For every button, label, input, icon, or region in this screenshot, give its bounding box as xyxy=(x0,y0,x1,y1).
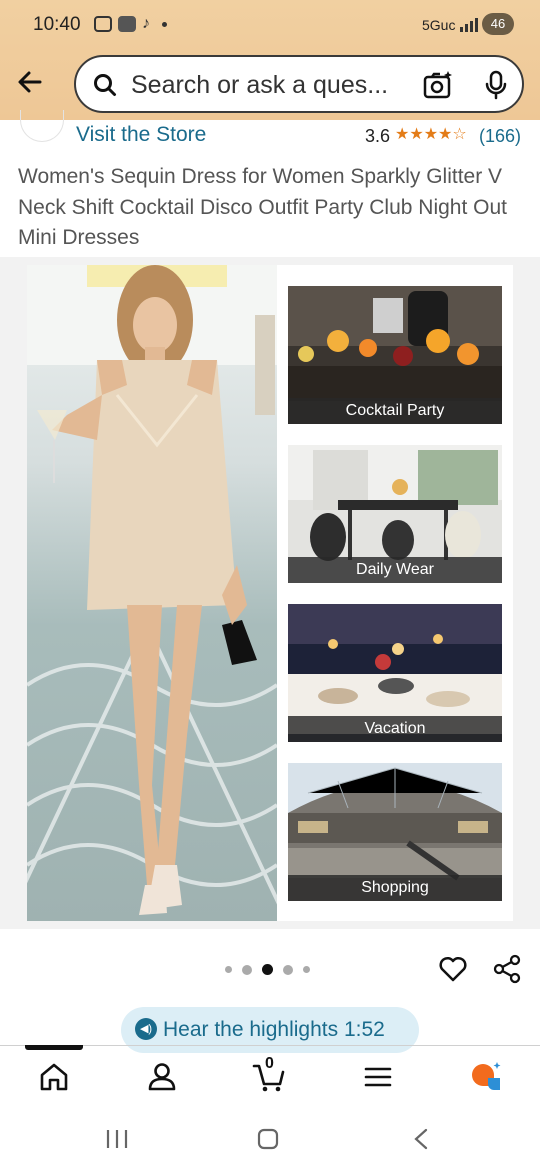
gallery-panel[interactable]: Vacation xyxy=(288,604,502,742)
home-icon[interactable] xyxy=(37,1060,71,1094)
carousel-dot[interactable] xyxy=(242,964,252,975)
search-input[interactable]: Search or ask a ques... xyxy=(131,71,388,100)
status-time: 10:40 xyxy=(33,14,81,35)
carousel-dot[interactable] xyxy=(303,966,310,973)
hear-highlights-label: Hear the highlights 1:52 xyxy=(163,1018,385,1041)
cart-count-badge: 0 xyxy=(265,1055,274,1072)
system-back-icon[interactable] xyxy=(414,1128,428,1150)
back-arrow-icon[interactable] xyxy=(14,66,46,98)
star-rating-icon[interactable]: ★★★★☆ xyxy=(395,124,467,144)
gallery-panel[interactable]: Daily Wear xyxy=(288,445,502,583)
store-logo[interactable] xyxy=(20,110,64,142)
menu-icon[interactable] xyxy=(361,1060,395,1094)
audio-play-icon: ◀) xyxy=(135,1018,157,1040)
ring-app-icon xyxy=(118,16,136,32)
status-bar: 10:40 ♪ 5Guc 46 xyxy=(0,0,540,48)
heart-icon[interactable] xyxy=(438,954,468,984)
panel-caption: Daily Wear xyxy=(288,557,502,583)
review-count-link[interactable]: (166) xyxy=(479,126,521,147)
signal-icon xyxy=(460,16,478,32)
panel-caption: Cocktail Party xyxy=(288,398,502,424)
status-icons: ♪ xyxy=(94,15,167,33)
gallery-panel[interactable]: Shopping xyxy=(288,763,502,901)
bottom-nav-active-indicator xyxy=(25,1045,83,1050)
share-icon[interactable] xyxy=(492,954,522,984)
carousel-indicator[interactable] xyxy=(225,964,310,975)
hear-highlights-button[interactable]: ◀) Hear the highlights 1:52 xyxy=(121,1007,419,1053)
microphone-icon[interactable] xyxy=(482,69,510,101)
network-type: 5Guc xyxy=(422,17,456,33)
carousel-dot-active[interactable] xyxy=(262,964,273,975)
search-icon xyxy=(94,74,116,96)
model-photo xyxy=(27,265,277,921)
rufus-icon[interactable] xyxy=(468,1060,502,1094)
app-header: 10:40 ♪ 5Guc 46 Search or ask a ques... xyxy=(0,0,540,120)
account-icon[interactable] xyxy=(145,1060,179,1094)
carousel-dot[interactable] xyxy=(283,964,293,975)
rating-value[interactable]: 3.6 xyxy=(365,126,390,147)
screenshot-icon xyxy=(94,16,112,32)
notification-dot xyxy=(162,21,167,27)
system-navigation-bar xyxy=(106,1128,428,1150)
home-button-icon[interactable] xyxy=(257,1128,279,1150)
panel-caption: Vacation xyxy=(288,716,502,742)
camera-search-icon[interactable] xyxy=(422,69,454,101)
gallery-panel[interactable]: Cocktail Party xyxy=(288,286,502,424)
tiktok-icon: ♪ xyxy=(142,15,150,32)
carousel-dot[interactable] xyxy=(225,966,232,973)
battery-level: 46 xyxy=(482,13,514,35)
visit-store-link[interactable]: Visit the Store xyxy=(76,123,206,147)
search-bar[interactable]: Search or ask a ques... xyxy=(74,55,524,113)
product-title: Women's Sequin Dress for Women Sparkly G… xyxy=(18,165,507,249)
panel-caption: Shopping xyxy=(288,875,502,901)
recent-apps-icon[interactable] xyxy=(106,1130,128,1148)
